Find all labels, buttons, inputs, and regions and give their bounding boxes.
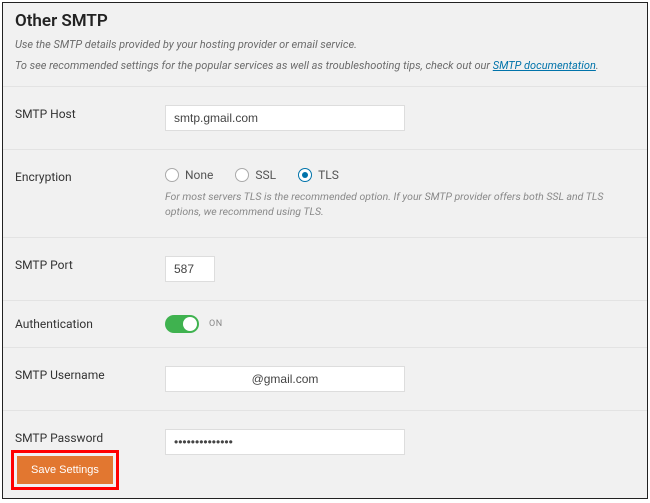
radio-tls[interactable] [298,168,312,182]
smtp-port-input[interactable] [165,256,215,282]
authentication-toggle-state: ON [209,319,223,329]
label-encryption: Encryption [15,168,165,184]
intro-text-2-pre: To see recommended settings for the popu… [15,59,493,72]
encryption-hint: For most servers TLS is the recommended … [165,190,635,219]
radio-ssl-label: SSL [255,168,276,182]
row-authentication: Authentication ON [3,300,647,347]
intro-text-2-post: . [596,59,599,72]
radio-none-label: None [185,168,213,182]
row-smtp-username: SMTP Username [3,347,647,410]
settings-table: SMTP Host Encryption None SSL [3,86,647,473]
radio-item-ssl[interactable]: SSL [235,168,276,182]
row-encryption: Encryption None SSL TLS Fo [3,149,647,237]
label-authentication: Authentication [15,315,165,331]
intro-text-2: To see recommended settings for the popu… [3,56,647,77]
encryption-radio-group: None SSL TLS [165,168,635,182]
radio-item-tls[interactable]: TLS [298,168,339,182]
save-highlight-frame: Save Settings [11,450,119,490]
label-smtp-port: SMTP Port [15,256,165,272]
label-smtp-password: SMTP Password [15,429,165,445]
other-smtp-panel: Other SMTP Use the SMTP details provided… [2,2,648,499]
smtp-host-input[interactable] [165,105,405,131]
smtp-username-input[interactable] [165,366,405,392]
radio-tls-label: TLS [318,168,339,182]
label-smtp-username: SMTP Username [15,366,165,382]
smtp-password-input[interactable] [165,429,405,455]
row-smtp-host: SMTP Host [3,86,647,149]
smtp-doc-link[interactable]: SMTP documentation [493,59,596,72]
toggle-knob-icon [183,317,197,331]
section-title: Other SMTP [3,3,647,35]
intro-text-1: Use the SMTP details provided by your ho… [3,35,647,56]
authentication-toggle[interactable] [165,315,199,333]
radio-item-none[interactable]: None [165,168,213,182]
radio-none[interactable] [165,168,179,182]
save-settings-button[interactable]: Save Settings [17,456,113,484]
row-smtp-port: SMTP Port [3,237,647,300]
label-smtp-host: SMTP Host [15,105,165,121]
radio-ssl[interactable] [235,168,249,182]
